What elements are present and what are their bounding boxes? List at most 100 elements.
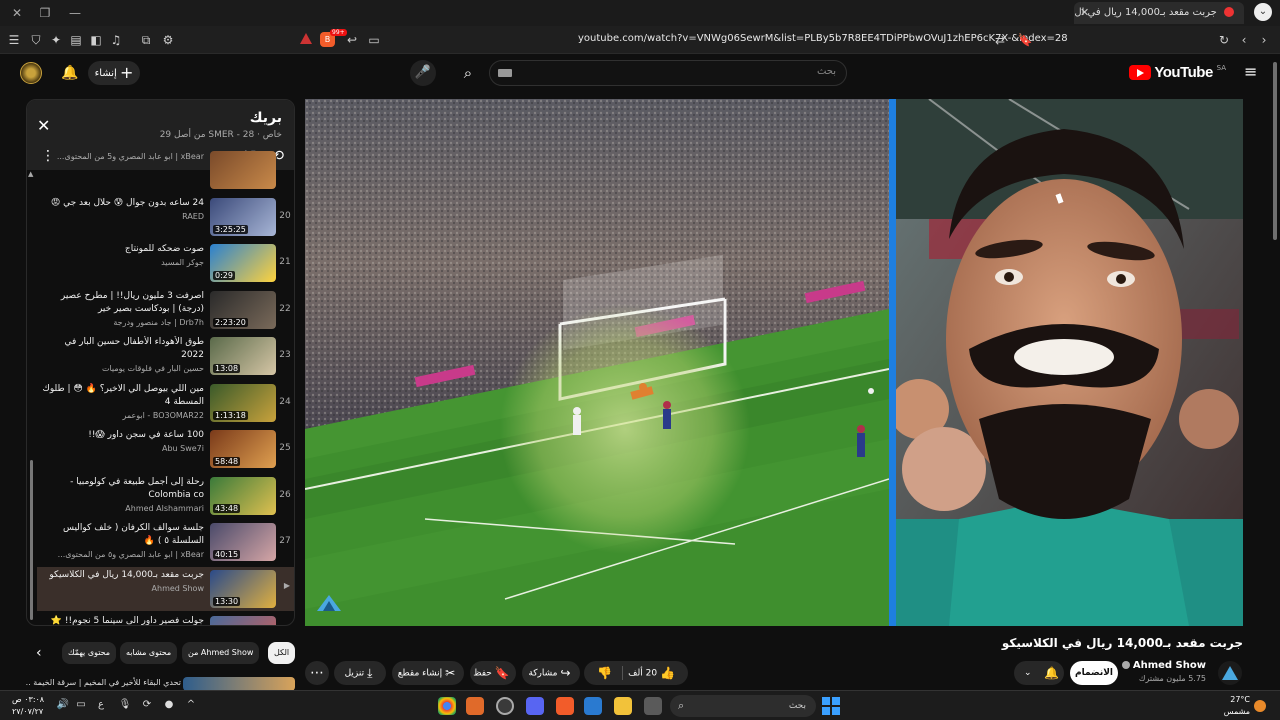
playlist-item-thumbnail[interactable]: 2:23:20 <box>210 290 276 329</box>
volume-icon[interactable]: 🔊 <box>56 698 70 712</box>
wallet-icon[interactable]: ▤ <box>68 32 84 48</box>
bookmark-icon[interactable]: 🔖 <box>1017 32 1033 48</box>
playlist-item[interactable]: 2934:45جولت فصير داور الى سينما 5 نجوم!!… <box>37 613 294 625</box>
window-minimize-icon[interactable]: — <box>66 4 84 22</box>
system-clock[interactable]: ٠٣:٠٨ ص ٢٧/٠٧/٢٧ <box>12 694 44 718</box>
share-button[interactable]: ↪مشاركة <box>522 661 580 685</box>
forward-arrow-icon[interactable]: › <box>1256 32 1272 48</box>
guide-menu-icon[interactable]: ≡ <box>1244 64 1260 80</box>
playlist-item-thumbnail[interactable] <box>210 151 276 189</box>
playlist-item-thumbnail[interactable]: 13:30 <box>210 569 276 608</box>
search-icon[interactable]: ⌕ <box>454 60 482 86</box>
store-app-icon[interactable] <box>584 697 602 715</box>
playlist-close-icon[interactable]: ✕ <box>37 116 50 135</box>
playlist-item-thumbnail[interactable]: 58:48 <box>210 430 276 468</box>
window-restore-icon[interactable]: ❐ <box>36 4 54 22</box>
playlist-item[interactable]: 23 13:08 طوق الأهوداء الأطفال حسين البار ف… <box>37 334 294 378</box>
next-video-peek[interactable]: تحدي البقاء للأخير في المخيم | سرقة الخي… <box>26 676 295 690</box>
app-icon-circle[interactable] <box>496 697 514 715</box>
playlist-item-thumbnail[interactable]: 40:15 <box>210 523 276 561</box>
playlist-item[interactable]: xBear | ابو عابد المصري و5 من المحتوى... <box>37 148 294 192</box>
task-view-icon[interactable] <box>644 697 662 715</box>
playlist-item-thumbnail[interactable]: 3:25:25 <box>210 197 276 236</box>
youtube-logo[interactable]: YouTube SA <box>1128 64 1226 82</box>
dislike-button[interactable]: 👎 <box>594 661 615 686</box>
network-icon[interactable]: ▭ <box>74 698 88 712</box>
mic-tray-icon[interactable]: 🎙 <box>118 698 132 712</box>
brave-app-icon[interactable] <box>556 697 574 715</box>
playlist-item-thumbnail[interactable]: 1:13:18 <box>210 383 276 422</box>
save-button[interactable]: 🔖حفظ <box>470 661 516 685</box>
window-close-icon[interactable]: ✕ <box>8 4 26 22</box>
chip-similar[interactable]: محتوى مشابه <box>120 642 178 664</box>
playlist-item[interactable]: 21 0:29 صوت ضحكه للمونتاج جوكر المسيد <box>37 241 294 285</box>
warning-icon[interactable] <box>300 33 312 44</box>
playlist-item-thumbnail[interactable]: 43:48 <box>210 476 276 515</box>
extensions-icon[interactable]: ⚙ <box>160 32 176 48</box>
chips-prev-arrow-icon[interactable]: ‹ <box>36 642 42 664</box>
tab-close-icon[interactable]: ✕ <box>1080 2 1089 24</box>
site-settings-icon[interactable]: ⇄ <box>992 32 1008 48</box>
search-input[interactable]: بحث <box>489 60 847 86</box>
keyboard-icon[interactable] <box>498 69 512 77</box>
tab-search-icon[interactable]: ⌄ <box>1254 3 1272 21</box>
language-indicator[interactable]: ع <box>94 698 108 712</box>
playlist-item[interactable]: 20 3:25:25 24 ساعه بدون جوال 😰 حلال بعد جي… <box>37 195 294 239</box>
playlist-item[interactable]: 24 1:13:18 مين اللي بيوصل الي الاخير؟ 🔥 😳 … <box>37 381 294 425</box>
create-button[interactable]: + إنشاء <box>88 61 140 85</box>
file-explorer-icon[interactable] <box>614 697 632 715</box>
playlist-item-thumbnail[interactable]: 0:29 <box>210 244 276 282</box>
account-avatar[interactable] <box>20 62 42 84</box>
sidebar-icon[interactable]: ◧ <box>88 32 104 48</box>
taskbar-search-input[interactable]: بحث ⌕ <box>670 695 816 717</box>
reload-icon[interactable]: ↻ <box>1216 32 1232 48</box>
playlist-scroll-thumb[interactable] <box>30 460 33 620</box>
windows-start-icon[interactable] <box>822 697 840 715</box>
playlist-item-thumbnail[interactable]: 13:08 <box>210 337 276 375</box>
channel-name-link[interactable]: Ahmed Show <box>1121 660 1206 671</box>
notifications-bell-icon[interactable]: 🔔 <box>60 63 80 83</box>
shield-icon[interactable]: ⛉ <box>28 32 44 48</box>
discord-app-icon[interactable] <box>526 697 544 715</box>
playlist-item-current[interactable]: ▶ 13:30 جربت مقعد بـ14,000 ريال في الكلاسي… <box>37 566 294 611</box>
back-arrow-icon[interactable]: ‹ <box>1236 32 1252 48</box>
chrome-app-icon[interactable] <box>438 697 456 715</box>
record-tray-icon[interactable]: ● <box>162 698 176 712</box>
join-button[interactable]: الانضمام <box>1070 661 1118 685</box>
menu-icon[interactable]: ☰ <box>6 32 22 48</box>
download-button[interactable]: ⤓تنزيل <box>334 661 386 685</box>
more-actions-button[interactable]: ⋯ <box>305 661 329 685</box>
address-bar[interactable]: B 99+ ↩ ▭ youtube.com/watch?v=VNWg06Sewr… <box>292 29 1068 51</box>
browser-tab-active[interactable]: جربت مقعد بـ14,000 ريال في ال ✕ <box>1074 2 1244 24</box>
weather-widget[interactable]: 27°C مشمس <box>1224 694 1250 718</box>
playlist-item-thumbnail[interactable]: 34:45 <box>210 616 276 625</box>
playlist-item[interactable]: 22 2:23:20 اصرفت 3 مليون ريال!! | مطرح عصي… <box>37 288 294 332</box>
page-scrollbar[interactable] <box>1270 54 1280 690</box>
app-icon-orange[interactable] <box>466 697 484 715</box>
subscribed-notifications-button[interactable]: 🔔 ⌄ <box>1014 661 1064 685</box>
voice-search-mic-icon[interactable]: 🎤 <box>410 60 436 86</box>
clip-button[interactable]: ✂إنشاء مقطع <box>392 661 464 685</box>
weather-sun-icon[interactable] <box>1254 700 1266 712</box>
chip-for-you[interactable]: محتوى يهمّك <box>62 642 117 664</box>
like-button[interactable]: 👍20 ألف <box>628 661 678 686</box>
rewards-icon[interactable]: ✦ <box>48 32 64 48</box>
video-player[interactable] <box>305 99 1243 626</box>
playlist-item[interactable]: 25 58:48 100 ساعة في سجن داور 😱!! Abu Swe7i <box>37 427 294 471</box>
scroll-up-arrow-icon[interactable]: ▲ <box>28 170 33 178</box>
page-scroll-thumb[interactable] <box>1273 62 1277 240</box>
playlist-item[interactable]: 27 40:15 جلسة سوالف الكرفان ( خلف كواليس ا… <box>37 520 294 564</box>
tray-overflow-chevron-icon[interactable]: ^ <box>184 698 198 712</box>
tray-app-icon[interactable]: ⟳ <box>140 698 154 712</box>
cast-icon[interactable]: ▭ <box>366 32 382 48</box>
playlist-title[interactable]: بريك <box>250 110 282 126</box>
playlist-scrollbar[interactable]: ▲ <box>28 170 36 622</box>
channel-watermark-icon[interactable] <box>317 595 341 611</box>
playlist-item[interactable]: 26 43:48 رحلة إلى أجمل طبيعة في كولومبيا -… <box>37 474 294 518</box>
channel-avatar[interactable] <box>1218 661 1242 685</box>
chip-from-channel[interactable]: من Ahmed Show <box>182 642 260 664</box>
share-page-icon[interactable]: ↩ <box>344 32 360 48</box>
screenshot-icon[interactable]: ⧉ <box>138 32 154 48</box>
chip-all[interactable]: الكل <box>268 642 296 664</box>
music-icon[interactable]: ♫ <box>108 32 124 48</box>
